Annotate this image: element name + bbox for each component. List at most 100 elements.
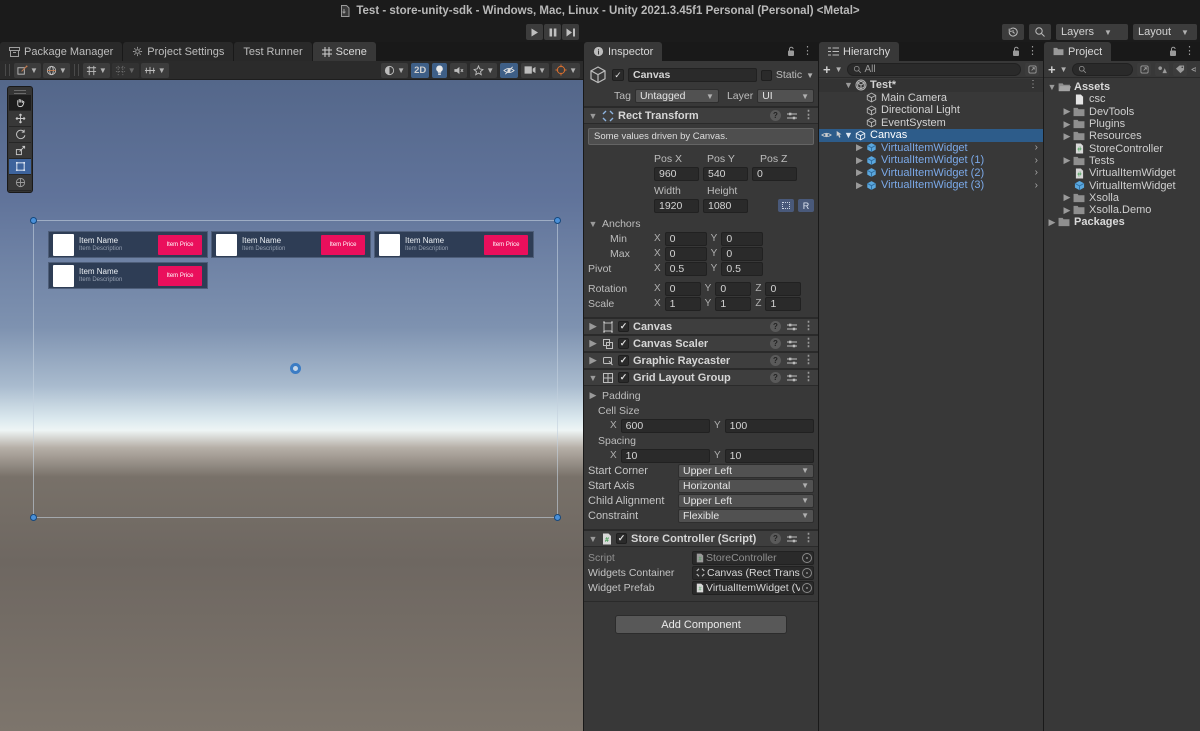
grid-visibility-button[interactable]: ▼ bbox=[112, 63, 139, 78]
project-item-plugins[interactable]: ▶ Plugins bbox=[1044, 118, 1200, 130]
rotation-z-field[interactable]: 0 bbox=[765, 282, 801, 296]
virtual-item-widget[interactable]: Item NameItem Description Item Price bbox=[48, 262, 208, 289]
item-price-button[interactable]: Item Price bbox=[158, 266, 202, 286]
foldout-arrow[interactable]: ▼ bbox=[1047, 82, 1057, 92]
kebab-menu-icon[interactable]: ⋮ bbox=[803, 338, 814, 349]
snap-increment-button[interactable]: ▼ bbox=[141, 63, 169, 78]
presets-icon[interactable] bbox=[787, 111, 797, 121]
help-icon[interactable]: ? bbox=[770, 372, 781, 383]
view-hand-tool[interactable] bbox=[9, 95, 31, 111]
static-checkbox[interactable] bbox=[761, 70, 772, 81]
transform-tool[interactable] bbox=[9, 175, 31, 191]
rect-transform-header[interactable]: ▼ Rect Transform ? ⋮ bbox=[584, 107, 818, 124]
prefab-open-chevron[interactable]: › bbox=[1035, 167, 1038, 178]
hierarchy-item-canvas[interactable]: ▼ Canvas bbox=[819, 129, 1043, 142]
project-item-xsolla[interactable]: ▶ Xsolla bbox=[1044, 192, 1200, 204]
foldout-arrow[interactable]: ▶ bbox=[1062, 192, 1072, 203]
grid-snap-button[interactable]: ▼ bbox=[83, 63, 110, 78]
widget-prefab-object-field[interactable]: # VirtualItemWidget (Virt bbox=[692, 581, 814, 595]
width-field[interactable]: 1920 bbox=[654, 199, 699, 213]
rotation-x-field[interactable]: 0 bbox=[665, 282, 701, 296]
toolbar-grip[interactable] bbox=[74, 64, 79, 76]
chevron-down-icon[interactable]: ▼ bbox=[1060, 65, 1068, 74]
rect-tool[interactable] bbox=[9, 159, 31, 175]
hierarchy-scene-row[interactable]: ▼ Test* ⋮ bbox=[819, 79, 1043, 92]
virtual-item-widget[interactable]: Item NameItem Description Item Price bbox=[211, 231, 371, 258]
project-item-virtualitemwidget-script[interactable]: # VirtualItemWidget bbox=[1044, 167, 1200, 179]
kebab-menu-icon[interactable]: ⋮ bbox=[803, 533, 814, 544]
object-picker-icon[interactable] bbox=[802, 553, 812, 563]
lock-icon[interactable] bbox=[1011, 46, 1021, 57]
project-item-tests[interactable]: ▶ Tests bbox=[1044, 155, 1200, 167]
layer-dropdown[interactable]: UI▼ bbox=[757, 89, 814, 103]
grid-layout-group-header[interactable]: ▼ ✓ Grid Layout Group ?⋮ bbox=[584, 369, 818, 386]
pivot-y-field[interactable]: 0.5 bbox=[721, 262, 763, 276]
tab-package-manager[interactable]: Package Manager bbox=[0, 42, 122, 61]
pick-hand-icon[interactable] bbox=[834, 130, 843, 140]
kebab-menu-icon[interactable]: ⋮ bbox=[1027, 46, 1038, 57]
kebab-menu-icon[interactable]: ⋮ bbox=[802, 46, 813, 57]
foldout-arrow[interactable]: ▼ bbox=[588, 373, 598, 383]
resize-handle-bottom-right[interactable] bbox=[554, 514, 561, 521]
foldout-arrow[interactable]: ▶ bbox=[1062, 205, 1072, 216]
create-button[interactable]: + bbox=[1048, 63, 1056, 76]
canvas-component-header[interactable]: ▶ ✓ Canvas ?⋮ bbox=[584, 318, 818, 335]
foldout-arrow[interactable]: ▶ bbox=[1062, 119, 1072, 130]
store-controller-header[interactable]: ▼ # ✓ Store Controller (Script) ?⋮ bbox=[584, 530, 818, 547]
help-icon[interactable]: ? bbox=[770, 110, 781, 121]
prefab-open-chevron[interactable]: › bbox=[1035, 155, 1038, 166]
presets-icon[interactable] bbox=[787, 373, 797, 383]
kebab-menu-icon[interactable]: ⋮ bbox=[803, 372, 814, 383]
item-price-button[interactable]: Item Price bbox=[158, 235, 202, 255]
graphic-raycaster-component-header[interactable]: ▶ ✓ Graphic Raycaster ?⋮ bbox=[584, 352, 818, 369]
kebab-menu-icon[interactable]: ⋮ bbox=[803, 110, 814, 121]
constraint-dropdown[interactable]: Flexible▼ bbox=[678, 509, 814, 523]
gameobject-cube-icon[interactable] bbox=[588, 65, 608, 85]
scale-z-field[interactable]: 1 bbox=[765, 297, 801, 311]
presets-icon[interactable] bbox=[787, 322, 797, 332]
audio-toggle[interactable] bbox=[450, 63, 467, 78]
resize-handle-top-right[interactable] bbox=[554, 217, 561, 224]
gizmos-button[interactable]: ▼ bbox=[552, 63, 580, 78]
toolbar-grip[interactable] bbox=[5, 64, 10, 76]
component-enabled-checkbox[interactable]: ✓ bbox=[618, 372, 629, 383]
anchor-max-y-field[interactable]: 0 bbox=[721, 247, 763, 261]
tab-project[interactable]: Project bbox=[1044, 42, 1111, 61]
item-price-button[interactable]: Item Price bbox=[484, 235, 528, 255]
project-item-csc[interactable]: csc bbox=[1044, 93, 1200, 105]
project-item-packages[interactable]: ▶ Packages bbox=[1044, 216, 1200, 228]
tag-dropdown[interactable]: Untagged▼ bbox=[635, 89, 719, 103]
step-button[interactable] bbox=[562, 24, 579, 40]
kebab-menu-icon[interactable]: ⋮ bbox=[803, 321, 814, 332]
layout-dropdown[interactable]: Layout▼ bbox=[1133, 24, 1197, 40]
tool-settings-button[interactable]: ▼ bbox=[14, 63, 41, 78]
kebab-menu-icon[interactable]: ⋮ bbox=[1028, 80, 1038, 90]
tab-test-runner[interactable]: Test Runner bbox=[234, 42, 311, 61]
foldout-arrow[interactable]: ▼ bbox=[588, 534, 598, 544]
rotate-tool[interactable] bbox=[9, 127, 31, 143]
foldout-arrow[interactable]: ▶ bbox=[854, 142, 865, 153]
help-icon[interactable]: ? bbox=[770, 533, 781, 544]
foldout-arrow[interactable]: ▶ bbox=[588, 321, 598, 332]
project-item-xsolla-demo[interactable]: ▶ Xsolla.Demo bbox=[1044, 204, 1200, 216]
hierarchy-item-directional-light[interactable]: Directional Light bbox=[819, 104, 1043, 117]
foldout-arrow[interactable]: ▶ bbox=[1062, 131, 1072, 142]
item-price-button[interactable]: Item Price bbox=[321, 235, 365, 255]
foldout-arrow[interactable]: ▶ bbox=[854, 167, 865, 178]
virtual-item-widget[interactable]: Item NameItem Description Item Price bbox=[374, 231, 534, 258]
undo-history-button[interactable] bbox=[1002, 24, 1024, 40]
presets-icon[interactable] bbox=[787, 534, 797, 544]
pivot-x-field[interactable]: 0.5 bbox=[665, 262, 707, 276]
tab-project-settings[interactable]: Project Settings bbox=[123, 42, 233, 61]
raw-edit-mode-button[interactable]: R bbox=[798, 199, 814, 212]
project-item-devtools[interactable]: ▶ DevTools bbox=[1044, 106, 1200, 118]
foldout-arrow[interactable]: ▶ bbox=[854, 155, 865, 166]
hierarchy-item-main-camera[interactable]: Main Camera bbox=[819, 92, 1043, 105]
anchor-min-x-field[interactable]: 0 bbox=[665, 232, 707, 246]
shading-mode-button[interactable]: ▼ bbox=[381, 63, 408, 78]
foldout-arrow[interactable]: ▶ bbox=[588, 338, 598, 349]
foldout-arrow[interactable]: ▶ bbox=[1062, 106, 1072, 117]
object-picker-icon[interactable] bbox=[802, 568, 812, 578]
help-icon[interactable]: ? bbox=[770, 321, 781, 332]
project-item-resources[interactable]: ▶ Resources bbox=[1044, 130, 1200, 142]
